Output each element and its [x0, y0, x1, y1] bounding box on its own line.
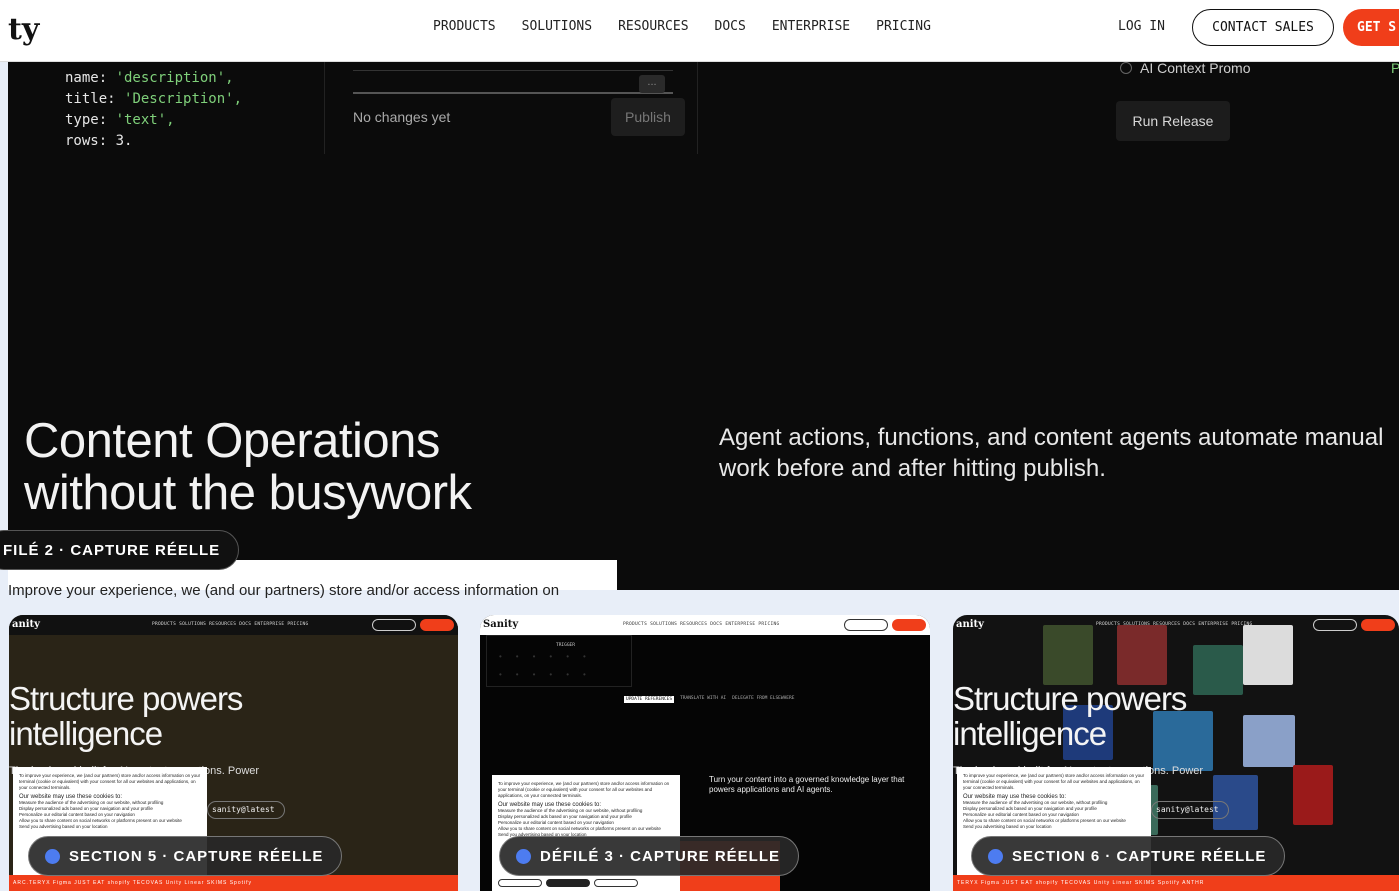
nav-resources[interactable]: RESOURCES: [618, 19, 688, 34]
top-navigation: ty PRODUCTS SOLUTIONS RESOURCES DOCS ENT…: [0, 0, 1399, 62]
no-changes-label: No changes yet: [353, 109, 451, 125]
hero-headline: Content Operations without the busywork: [24, 414, 472, 520]
thumb-nav-buttons: [372, 619, 454, 631]
thumb-install-pill: sanity@latest: [1151, 801, 1229, 819]
hero-tagline: Agent actions, functions, and content ag…: [719, 424, 1384, 482]
thumb-nav-links: PRODUCTS SOLUTIONS RESOURCES DOCS ENTERP…: [623, 622, 780, 627]
status-dot-icon: [516, 849, 531, 864]
get-started-button[interactable]: GET S: [1343, 9, 1399, 46]
thumb-nav: anity PRODUCTS SOLUTIONS RESOURCES DOCS …: [9, 615, 458, 635]
thumb-tabs: UPDATE REFERENCES TRANSLATE WITH AI DELE…: [624, 696, 795, 703]
page: name: 'description', title: 'Description…: [0, 0, 1399, 891]
contact-sales-button[interactable]: CONTACT SALES: [1192, 9, 1334, 46]
nav-links: PRODUCTS SOLUTIONS RESOURCES DOCS ENTERP…: [433, 19, 931, 34]
thumb-customer-logos: TERYX Figma JUST EAT shopify TECOVAS Uni…: [953, 875, 1399, 891]
thumb-logo: anity: [12, 619, 40, 630]
thumb-logo: anity: [956, 619, 984, 630]
nav-solutions[interactable]: SOLUTIONS: [522, 19, 592, 34]
thumb-nav: anity PRODUCTS SOLUTIONS RESOURCES DOCS …: [953, 615, 1399, 635]
nav-enterprise[interactable]: ENTERPRISE: [772, 19, 850, 34]
thumb-headline: Structure powers intelligence: [953, 680, 1187, 752]
login-link[interactable]: LOG IN: [1118, 19, 1165, 34]
panel-toolbar: ...: [353, 70, 673, 94]
status-dot-icon: [988, 849, 1003, 864]
thumb-nav-links: PRODUCTS SOLUTIONS RESOURCES DOCS ENTERP…: [152, 622, 309, 627]
release-item[interactable]: AI Context Promo: [1120, 60, 1251, 76]
nav-products[interactable]: PRODUCTS: [433, 19, 496, 34]
thumb-logo: Sanity: [483, 619, 519, 630]
capture-badge-section-5: SECTION 5 · CAPTURE RÉELLE: [28, 836, 343, 876]
thumb-nav: Sanity PRODUCTS SOLUTIONS RESOURCES DOCS…: [480, 615, 930, 635]
thumb-nav-buttons: [1313, 619, 1395, 631]
run-release-button[interactable]: Run Release: [1116, 101, 1230, 141]
thumb-install-pill: sanity@latest: [207, 801, 285, 819]
more-options-icon[interactable]: ...: [639, 75, 665, 93]
nav-pricing[interactable]: PRICING: [876, 19, 931, 34]
publish-panel: ... No changes yet Publish: [324, 62, 698, 154]
thumb-trigger-label: TRIGGER: [556, 643, 575, 648]
thumb-description: Turn your content into a governed knowle…: [709, 775, 905, 794]
thumb-nav-buttons: [844, 619, 926, 631]
publish-button[interactable]: Publish: [611, 98, 685, 136]
thumb-nav-links: PRODUCTS SOLUTIONS RESOURCES DOCS ENTERP…: [1096, 622, 1253, 627]
status-ring-icon: [1120, 62, 1132, 74]
nav-docs[interactable]: DOCS: [715, 19, 746, 34]
capture-badge-main: FILÉ 2 · CAPTURE RÉELLE: [0, 530, 240, 570]
schema-code-block: name: 'description', title: 'Description…: [65, 70, 243, 149]
capture-badge-defile-3: DÉFILÉ 3 · CAPTURE RÉELLE: [499, 836, 800, 876]
thumb-headline: Structure powers intelligence: [9, 680, 243, 752]
release-status: Po: [1391, 60, 1399, 76]
main-screenshot: name: 'description', title: 'Description…: [8, 0, 1399, 590]
status-dot-icon: [45, 849, 60, 864]
logo[interactable]: ty: [8, 12, 39, 47]
thumb-customer-logos: ARC.TERYX Figma JUST EAT shopify TECOVAS…: [9, 875, 458, 891]
capture-badge-section-6: SECTION 6 · CAPTURE RÉELLE: [971, 836, 1286, 876]
